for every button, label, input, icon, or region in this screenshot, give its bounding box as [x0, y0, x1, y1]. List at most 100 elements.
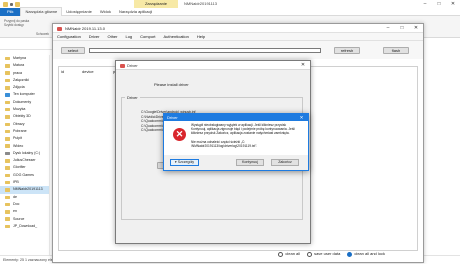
tab-app-tools[interactable]: Narzędzia aplikacji	[115, 8, 156, 16]
folder-icon	[5, 202, 10, 207]
sidebar-item[interactable]: Pobrane	[0, 128, 49, 135]
folder-icon[interactable]	[3, 1, 8, 7]
details-label: Szczegóły	[177, 160, 195, 164]
sidebar-item[interactable]: GOG Games	[0, 172, 49, 179]
flash-options: clean all save user data clean all and l…	[53, 249, 423, 259]
error-dialog: Driver ✕ ✕ Wystąpił nieobsługiwany wyjąt…	[163, 113, 309, 171]
drive-icon	[5, 151, 10, 156]
folder-icon	[5, 180, 10, 185]
column-id[interactable]: id	[61, 69, 64, 74]
sidebar-item-label: Zdjęcia	[13, 85, 25, 90]
sidebar-item[interactable]: JP_Download_	[0, 223, 49, 230]
sidebar-item[interactable]: praca	[0, 70, 49, 77]
ribbon-label: Szybki dostęp	[4, 23, 24, 27]
pc-icon	[5, 93, 10, 97]
sidebar-item[interactable]: Doc	[0, 201, 49, 208]
sidebar-item-label: en	[13, 209, 17, 214]
properties-icon[interactable]	[10, 2, 13, 6]
tab-file[interactable]: Plik	[0, 7, 21, 16]
sidebar-item[interactable]: en	[0, 208, 49, 215]
sidebar-item[interactable]: Source	[0, 216, 49, 223]
sidebar-item-label: Wideo	[13, 143, 24, 148]
tab-share[interactable]: Udostępnianie	[62, 8, 96, 16]
sidebar-item[interactable]: Wideo	[0, 143, 49, 150]
install-driver-text: Please install driver	[154, 82, 189, 87]
continue-button[interactable]: Kontynuuj	[236, 159, 264, 166]
app-icon	[120, 63, 125, 68]
path-input[interactable]	[89, 48, 321, 53]
sidebar-item[interactable]: de	[0, 194, 49, 201]
menu-other[interactable]: Other	[103, 33, 121, 41]
sidebar-item-label: Dokumenty	[13, 99, 32, 104]
folder-icon	[5, 159, 10, 163]
sidebar-item[interactable]: Obrazy	[0, 121, 49, 128]
tab-view[interactable]: Widok	[96, 8, 115, 16]
menu-authentication[interactable]: Authentication	[160, 33, 193, 41]
sidebar-item[interactable]: Zdjęcia	[0, 84, 49, 91]
sidebar-item-label: Pobrane	[13, 128, 27, 133]
new-folder-icon[interactable]	[15, 1, 20, 7]
close-icon[interactable]: ✕	[446, 0, 460, 8]
radio-clean-all[interactable]: clean all	[278, 251, 300, 257]
sidebar-item-label: Obrazy	[13, 121, 25, 126]
sidebar-item[interactable]: Dysk lokalny (C:)	[0, 150, 49, 157]
maximize-icon[interactable]: □	[432, 0, 446, 8]
driver-title: Driver	[127, 63, 138, 68]
sidebar-item-label: Martyna	[13, 56, 26, 60]
column-device[interactable]: device	[82, 69, 94, 74]
menu-help[interactable]: Help	[193, 33, 209, 41]
tab-home[interactable]: Narzędzia główne	[20, 7, 63, 16]
close-icon[interactable]: ✕	[296, 61, 310, 70]
explorer-window-controls: – □ ✕	[418, 0, 460, 8]
menu-configuration[interactable]: Configuration	[53, 33, 85, 41]
folder-icon	[5, 56, 10, 61]
sidebar-item-label: IPB	[13, 180, 19, 185]
close-icon[interactable]: ✕	[409, 24, 423, 33]
select-button[interactable]: select	[61, 47, 85, 54]
folder-icon	[5, 217, 10, 221]
folder-icon	[5, 210, 10, 214]
radio-label: save user data	[314, 251, 341, 257]
sidebar-item[interactable]: IPB	[0, 179, 49, 186]
sidebar-item[interactable]: Glorifier	[0, 164, 49, 171]
error-dialog-title-bar: Driver ✕	[164, 114, 308, 121]
menu-comport[interactable]: Comport	[136, 33, 159, 41]
sidebar-item[interactable]: Matura	[0, 62, 49, 69]
sidebar-item[interactable]: Obiekty 3D	[0, 113, 49, 120]
sidebar-item[interactable]: JuliusChesser	[0, 157, 49, 164]
flash-button[interactable]: flash	[383, 47, 409, 54]
sidebar-item-label: Ten komputer	[13, 92, 35, 97]
sidebar-item-label: de	[13, 194, 17, 199]
sidebar-item[interactable]: NMNaidr20191113	[0, 186, 49, 194]
refresh-button[interactable]: refresh	[334, 47, 360, 54]
sidebar-item[interactable]: Pulpit	[0, 135, 49, 142]
sidebar-item-label: Dysk lokalny (C:)	[13, 150, 41, 155]
radio-icon	[307, 251, 313, 257]
sidebar-item[interactable]: Muzyka	[0, 106, 49, 113]
sidebar-item[interactable]: Martyna	[0, 55, 49, 62]
minimize-icon[interactable]: –	[418, 0, 432, 8]
sidebar-item-label: Muzyka	[13, 107, 26, 112]
sidebar-item[interactable]: Załączniki	[0, 77, 49, 84]
error-message-line: \NMNaidr20191113\log\driverlog\20191119.…	[191, 144, 258, 148]
menu-driver[interactable]: Driver	[85, 33, 104, 41]
radio-save-user-data[interactable]: save user data	[307, 251, 341, 257]
maximize-icon[interactable]: □	[395, 24, 409, 33]
pin-to-quick-access[interactable]: Przypnij do paska Szybki dostęp	[4, 19, 44, 27]
sidebar-item[interactable]: Dokumenty	[0, 99, 49, 106]
sidebar-item-label: JP_Download_	[13, 223, 38, 228]
folder-icon	[5, 166, 10, 170]
sidebar-item-label: Glorifier	[13, 165, 26, 170]
quit-button[interactable]: Zakończ	[271, 159, 299, 166]
folder-icon	[5, 129, 10, 134]
driver-title-bar: Driver ✕	[116, 61, 310, 70]
details-button[interactable]: ▾ Szczegóły	[170, 159, 199, 166]
menu-log[interactable]: Log	[121, 33, 136, 41]
app-menu-bar: Configuration Driver Other Log Comport A…	[53, 33, 423, 41]
close-icon[interactable]: ✕	[295, 114, 308, 121]
sidebar-item[interactable]: Ten komputer	[0, 91, 49, 98]
radio-clean-all-and-lock[interactable]: clean all and lock	[347, 251, 385, 257]
folder-icon	[5, 71, 10, 75]
minimize-icon[interactable]: –	[381, 24, 395, 33]
sidebar-item-label: Source	[13, 216, 25, 221]
